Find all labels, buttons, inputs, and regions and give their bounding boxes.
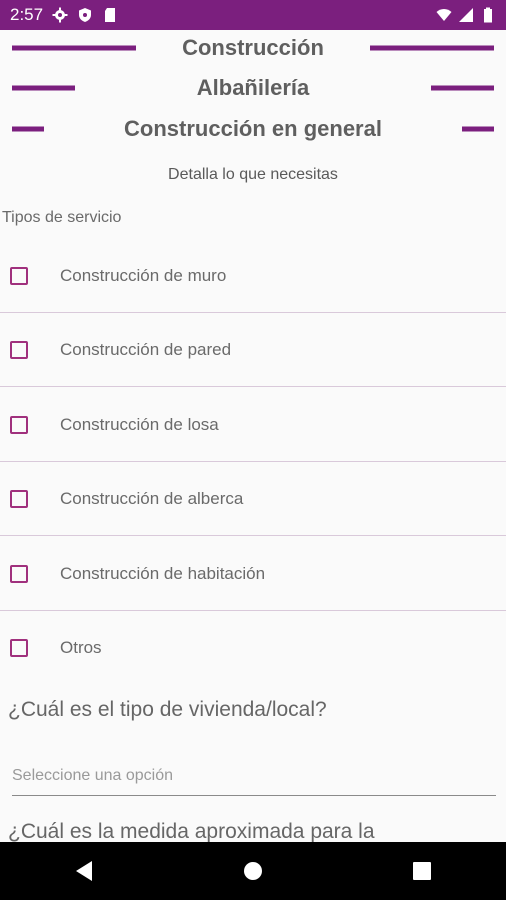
option-label: Construcción de losa: [60, 414, 219, 434]
option-label: Construcción de pared: [60, 339, 232, 359]
service-types-label: Tipos de servicio: [2, 209, 122, 226]
dwelling-type-question: ¿Cuál es el tipo de vivienda/local?: [8, 698, 327, 721]
option-otros[interactable]: Otros: [0, 611, 506, 685]
heading-decor-line: [12, 45, 136, 51]
shield-icon: [79, 8, 92, 22]
checkbox[interactable]: [10, 415, 28, 434]
battery-icon: [484, 7, 492, 23]
option-pared[interactable]: Construcción de pared: [0, 313, 506, 387]
checkbox[interactable]: [10, 266, 28, 285]
checkbox[interactable]: [10, 340, 28, 359]
service-heading-row: Construcción en general: [0, 111, 506, 147]
status-bar: 2:57: [0, 0, 506, 30]
checkbox[interactable]: [10, 564, 28, 583]
heading-decor-line: [12, 85, 75, 91]
heading-decor-line: [370, 45, 494, 51]
page-subtitle: Detalla lo que necesitas: [168, 166, 338, 183]
select-placeholder: Seleccione una opción: [12, 766, 174, 784]
category-heading-row: Construcción: [0, 30, 506, 66]
home-button[interactable]: [223, 842, 283, 900]
option-alberca[interactable]: Construcción de alberca: [0, 462, 506, 536]
home-icon: [243, 862, 262, 880]
recents-button[interactable]: [392, 842, 452, 900]
checkbox[interactable]: [10, 639, 28, 657]
option-label: Construcción de habitación: [60, 563, 266, 583]
dwelling-type-select[interactable]: Seleccione una opción: [12, 756, 496, 796]
option-label: Otros: [60, 638, 102, 657]
measure-question: ¿Cuál es la medida aproximada para la: [8, 820, 375, 843]
option-label: Construcción de alberca: [60, 488, 244, 508]
option-losa[interactable]: Construcción de losa: [0, 388, 506, 462]
wifi-icon: [436, 9, 452, 21]
category-title: Construcción: [182, 35, 324, 60]
status-time: 2:57: [10, 5, 44, 24]
heading-decor-line: [431, 85, 494, 91]
option-label: Construcción de muro: [60, 265, 227, 285]
heading-decor-line: [462, 126, 494, 132]
option-muro[interactable]: Construcción de muro: [0, 239, 506, 313]
back-button[interactable]: [54, 842, 114, 900]
back-icon: [76, 861, 93, 881]
sd-card-icon: [105, 8, 116, 22]
navigation-bar: [0, 842, 506, 900]
signal-icon: [459, 8, 473, 22]
checkbox[interactable]: [10, 489, 28, 508]
service-title: Construcción en general: [124, 116, 382, 141]
subcategory-heading-row: Albañilería: [0, 70, 506, 106]
settings-icon: [52, 7, 68, 23]
recents-icon: [412, 862, 431, 880]
option-habitacion[interactable]: Construcción de habitación: [0, 537, 506, 611]
heading-decor-line: [12, 126, 44, 132]
subcategory-title: Albañilería: [196, 75, 310, 100]
